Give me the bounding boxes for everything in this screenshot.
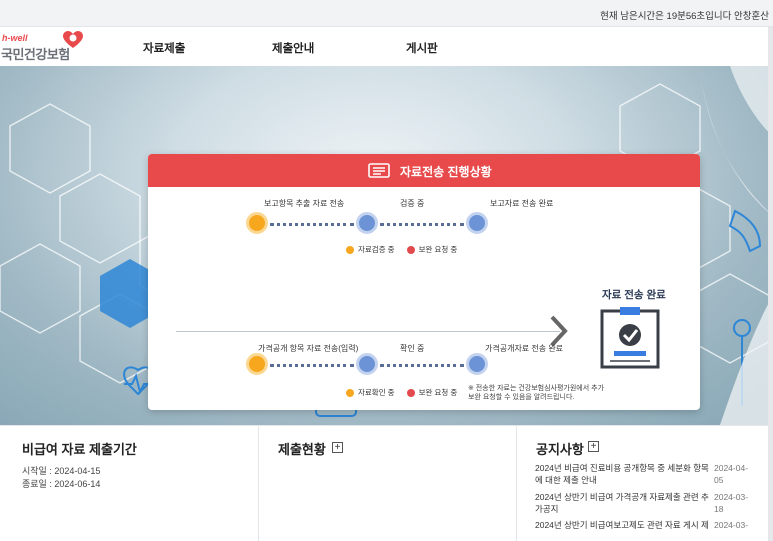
legend-label: 자료확인 중 <box>358 388 395 397</box>
legend-label: 자료검증 중 <box>358 245 395 254</box>
legend-label: 보완 요청 중 <box>418 245 458 254</box>
monitor-icon <box>368 163 390 178</box>
notice-title[interactable]: 공지사항 <box>536 439 584 458</box>
clipboard-check-icon <box>600 307 660 369</box>
progress-divider <box>176 331 560 332</box>
legend-row1: 자료검증 중 보완 요청 중 <box>346 244 457 255</box>
step-dot-row1-start <box>246 212 268 234</box>
progress-line-row1-b <box>380 223 464 227</box>
progress-line-row2-a <box>270 364 354 368</box>
step-label-row2-1: 가격공개 항목 자료 전송(입력) <box>258 344 359 353</box>
step-label-row1-1: 보고항목 추출 자료 전송 <box>264 199 345 208</box>
heart-logo-icon <box>63 31 83 48</box>
card-title: 자료전송 진행상황 <box>400 165 492 179</box>
notice-item[interactable]: 2024년 상반기 비급여 가격공개 자료제출 관련 추가공지 <box>535 491 713 515</box>
notice-item[interactable]: 2024년 비급여 진료비용 공개항목 중 세분화 항목에 대한 제출 안내 <box>535 462 713 486</box>
logo-sub[interactable]: h-well <box>2 33 28 43</box>
notice-date: 2024-04-05 <box>714 463 749 485</box>
step-dot-row2-mid <box>356 353 378 375</box>
card-header: 자료전송 진행상황 <box>148 154 700 187</box>
period-title: 비급여 자료 제출기간 <box>22 442 137 457</box>
orange-dot-icon <box>346 245 354 254</box>
notice-date: 2024-03- <box>714 520 749 530</box>
page-scrollbar[interactable] <box>768 27 773 541</box>
red-dot-icon <box>406 245 415 254</box>
logo-text[interactable]: 국민건강보험 <box>1 44 70 63</box>
step-dot-row2-end <box>466 353 488 375</box>
top-bar: 현재 남은시간은 19분56초입니다 안창훈산 <box>0 0 773 27</box>
transfer-note: ※ 전송한 자료는 건강보험심사평가원에서 추가 보완 요청할 수 있음을 알려… <box>468 385 605 401</box>
status-more-plus-icon[interactable]: + <box>332 442 343 453</box>
nav-item-data-submit[interactable]: 자료제출 <box>143 40 185 56</box>
period-panel: 비급여 자료 제출기간 시작일 : 2024-04-15 종료일 : 2024-… <box>0 426 258 541</box>
period-end: 종료일 : 2024-06-14 <box>22 479 101 489</box>
nav-item-guide[interactable]: 제출안내 <box>272 40 314 56</box>
complete-title: 자료 전송 완료 <box>602 289 666 301</box>
header: h-well 국민건강보험 자료제출 제출안내 게시판 <box>0 27 773 66</box>
period-start: 시작일 : 2024-04-15 <box>22 466 101 476</box>
notice-more-plus-icon[interactable]: + <box>588 441 599 452</box>
legend-row2: 자료확인 중 보완 요청 중 <box>346 387 457 398</box>
notice-date: 2024-03-18 <box>714 492 749 514</box>
step-dot-row2-start <box>246 353 268 375</box>
hero-banner: 자료전송 진행상황 보고항목 추출 자료 전송 검증 중 보고자료 전송 완료 <box>0 66 773 425</box>
red-dot-icon <box>406 388 415 397</box>
step-label-row2-2: 확인 중 <box>400 344 425 353</box>
step-dot-row1-end <box>466 212 488 234</box>
info-section: 비급여 자료 제출기간 시작일 : 2024-04-15 종료일 : 2024-… <box>0 425 773 541</box>
step-dot-row1-mid <box>356 212 378 234</box>
status-title[interactable]: 제출현황 <box>278 439 326 458</box>
progress-line-row2-b <box>380 364 464 368</box>
orange-dot-icon <box>346 388 354 397</box>
step-label-row1-2: 검증 중 <box>400 199 425 208</box>
progress-line-row1-a <box>270 223 354 227</box>
legend-label: 보완 요청 중 <box>418 388 458 397</box>
notice-item[interactable]: 2024년 상반기 비급여보고제도 관련 자료 게시 제 <box>535 519 713 531</box>
step-label-row2-3: 가격공개자료 전송 완료 <box>485 344 564 353</box>
nav-item-board[interactable]: 게시판 <box>406 40 438 56</box>
transfer-progress-card: 자료전송 진행상황 보고항목 추출 자료 전송 검증 중 보고자료 전송 완료 <box>148 154 700 410</box>
status-panel: 제출현황 + <box>258 426 516 541</box>
session-timer: 현재 남은시간은 19분56초입니다 안창훈산 <box>600 11 769 22</box>
step-label-row1-3: 보고자료 전송 완료 <box>490 199 554 208</box>
